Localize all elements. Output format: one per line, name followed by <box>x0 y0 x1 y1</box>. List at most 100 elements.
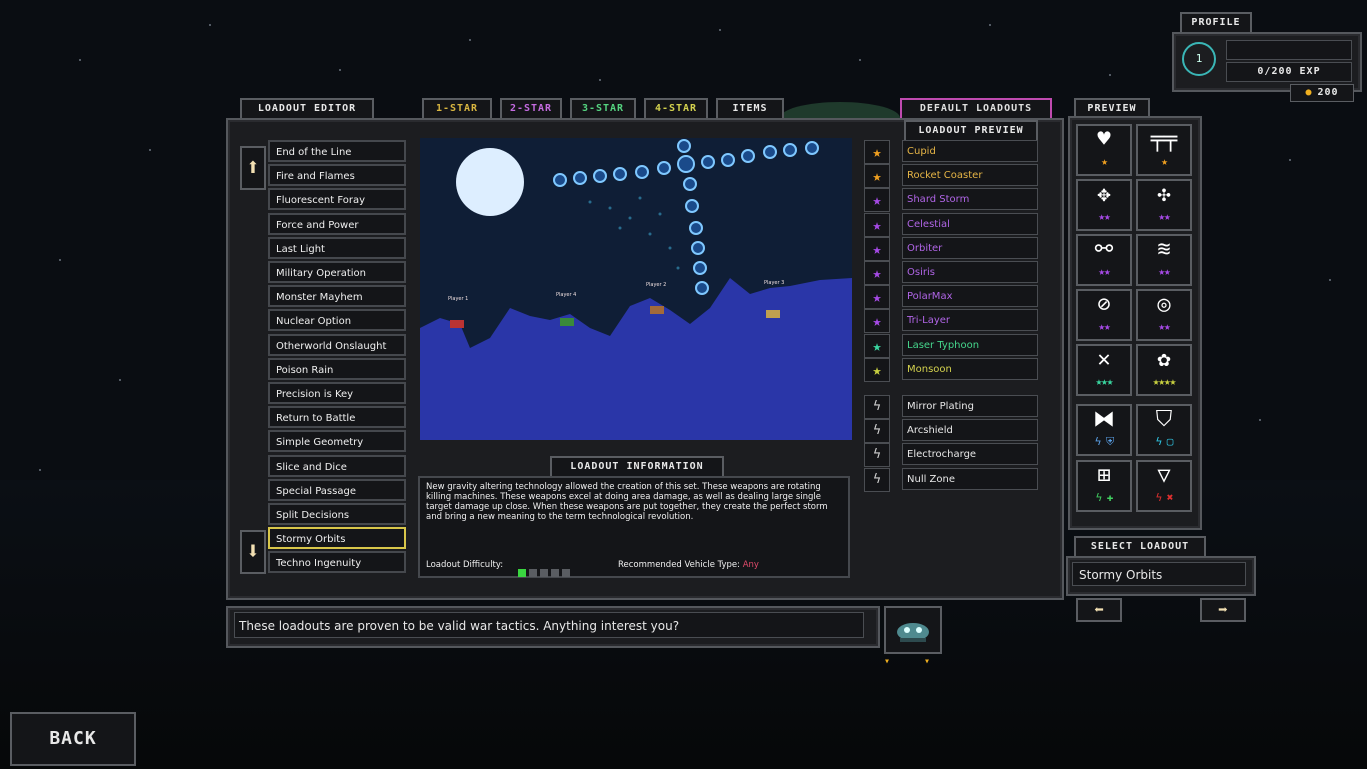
tab-1-star[interactable]: 1-STAR <box>422 98 492 120</box>
select-loadout-panel: Stormy Orbits <box>1066 556 1256 596</box>
preview-stars: ★★★ <box>1095 375 1114 388</box>
right-arrow-icon: ➡ <box>1218 600 1228 619</box>
preview-cell: ⊞ ϟ ✚ <box>1076 460 1132 512</box>
loadout-list-item[interactable]: Otherworld Onslaught <box>268 333 406 356</box>
loadout-list-item[interactable]: Monster Mayhem <box>268 285 406 308</box>
left-arrow-icon: ⬅ <box>1094 600 1104 619</box>
weapon-name[interactable]: Laser Typhoon <box>902 333 1038 356</box>
difficulty-pip <box>562 569 570 577</box>
preview-stars: ★ <box>1161 155 1168 168</box>
loadout-list-item[interactable]: Poison Rain <box>268 357 406 380</box>
weapon-star-icon: ★ <box>864 164 890 189</box>
weapon-name[interactable]: Osiris <box>902 261 1038 283</box>
preview-cell: ▽ ϟ ✖ <box>1136 460 1192 512</box>
arcshield-icon: ⛉ <box>1155 407 1173 432</box>
coin-display: ● 200 <box>1290 84 1354 102</box>
loadout-list-item[interactable]: Simple Geometry <box>268 430 406 453</box>
tri-layer-icon: ◎ <box>1157 292 1171 317</box>
preview-stars: ϟ ⛨ <box>1094 435 1115 448</box>
preview-stars: ★★★★ <box>1152 375 1177 388</box>
preview-stars: ϟ ✚ <box>1095 491 1114 504</box>
weapon-star-icon: ★ <box>864 140 890 164</box>
item-name[interactable]: Arcshield <box>902 419 1038 442</box>
player-label: Player 4 <box>556 292 576 298</box>
select-prev-button[interactable]: ⬅ <box>1076 598 1122 622</box>
dialog-text: These loadouts are proven to be valid wa… <box>234 612 864 638</box>
monsoon-icon: ✿ <box>1157 347 1171 372</box>
difficulty-pip <box>518 569 526 577</box>
preview-stars: ★★ <box>1098 320 1110 333</box>
selected-loadout-field[interactable]: Stormy Orbits <box>1072 562 1246 586</box>
preview-cell: ✥ ★★ <box>1076 179 1132 231</box>
celestial-icon: ✣ <box>1157 182 1171 207</box>
tab-4-star[interactable]: 4-STAR <box>644 98 708 120</box>
preview-cell: ≋ ★★ <box>1136 234 1192 286</box>
npc-thruster-icons: ▾▾ <box>884 656 965 667</box>
preview-cell: ⛉ ϟ ▢ <box>1136 404 1192 456</box>
weapon-name[interactable]: Rocket Coaster <box>902 164 1038 187</box>
heart-icon: ♥ <box>1097 127 1111 152</box>
weapon-name[interactable]: PolarMax <box>902 285 1038 308</box>
item-bolt-icon: ϟ <box>864 443 890 468</box>
loadout-list-item[interactable]: Fluorescent Foray <box>268 188 406 211</box>
polarmax-icon: ⊘ <box>1097 292 1111 317</box>
select-loadout-tab: SELECT LOADOUT <box>1074 536 1206 558</box>
weapon-star-icon: ★ <box>864 236 890 261</box>
item-name[interactable]: Electrocharge <box>902 443 1038 466</box>
loadout-list-item[interactable]: Special Passage <box>268 478 406 501</box>
tab-items[interactable]: ITEMS <box>716 98 784 120</box>
preview-cell: ⚯ ★★ <box>1076 234 1132 286</box>
loadout-list-item[interactable]: Last Light <box>268 236 406 259</box>
weapon-name[interactable]: Orbiter <box>902 236 1038 259</box>
exp-bar <box>1226 40 1352 60</box>
preview-stars: ★★ <box>1098 265 1110 278</box>
npc-portrait <box>884 606 942 654</box>
shard-storm-icon: ✥ <box>1097 182 1111 207</box>
loadout-list-item[interactable]: Return to Battle <box>268 406 406 429</box>
player-label: Player 3 <box>764 280 784 286</box>
preview-stars: ★ <box>1101 155 1108 168</box>
loadout-list-item[interactable]: Force and Power <box>268 212 406 235</box>
moon-icon <box>456 148 524 216</box>
tab-2-star[interactable]: 2-STAR <box>500 98 562 120</box>
select-next-button[interactable]: ➡ <box>1200 598 1246 622</box>
loadout-list-item[interactable]: End of the Line <box>268 140 406 162</box>
tab-3-star[interactable]: 3-STAR <box>570 98 636 120</box>
back-button[interactable]: BACK <box>10 712 136 766</box>
preview-stars: ★★ <box>1098 210 1110 223</box>
up-arrow-icon: ⬆ <box>245 153 261 181</box>
null-zone-icon: ▽ <box>1157 463 1171 488</box>
exp-text: 0/200 EXP <box>1226 62 1352 82</box>
rocket-coaster-icon: ╤╤ <box>1150 127 1178 152</box>
loadout-list-item[interactable]: Precision is Key <box>268 382 406 404</box>
orbiter-icon: ⚯ <box>1094 237 1114 262</box>
loadout-list-item[interactable]: Fire and Flames <box>268 164 406 187</box>
loadout-list-item[interactable]: Military Operation <box>268 261 406 283</box>
weapon-name[interactable]: Tri-Layer <box>902 309 1038 332</box>
loadout-list-item[interactable]: Techno Ingenuity <box>268 551 406 574</box>
item-name[interactable]: Mirror Plating <box>902 395 1038 417</box>
item-name[interactable]: Null Zone <box>902 467 1038 490</box>
loadout-preview-tab: LOADOUT PREVIEW <box>904 120 1038 142</box>
item-bolt-icon: ϟ <box>864 467 890 492</box>
preview-stars: ϟ ▢ <box>1155 435 1174 448</box>
coin-value: 200 <box>1317 87 1339 98</box>
loadout-list-item[interactable]: Split Decisions <box>268 503 406 525</box>
coin-icon: ● <box>1305 87 1312 98</box>
loadout-information-tab: LOADOUT INFORMATION <box>550 456 724 478</box>
mirror-plating-icon: ⧓ <box>1093 407 1115 432</box>
profile-panel: 1 0/200 EXP <box>1172 32 1362 92</box>
weapon-name[interactable]: Cupid <box>902 140 1038 162</box>
weapon-name[interactable]: Celestial <box>902 212 1038 235</box>
loadout-list-item[interactable]: Nuclear Option <box>268 309 406 332</box>
difficulty-label: Loadout Difficulty: <box>426 560 504 570</box>
scroll-down-button[interactable]: ⬇ <box>240 530 266 574</box>
electrocharge-icon: ⊞ <box>1097 463 1111 488</box>
loadout-list-item[interactable]: Stormy Orbits <box>268 527 406 550</box>
default-loadouts-tab[interactable]: DEFAULT LOADOUTS <box>900 98 1052 120</box>
weapon-name[interactable]: Monsoon <box>902 357 1038 380</box>
weapon-name[interactable]: Shard Storm <box>902 188 1038 211</box>
preview-stars: ★★ <box>1158 265 1170 278</box>
scroll-up-button[interactable]: ⬆ <box>240 146 266 190</box>
loadout-list-item[interactable]: Slice and Dice <box>268 454 406 477</box>
